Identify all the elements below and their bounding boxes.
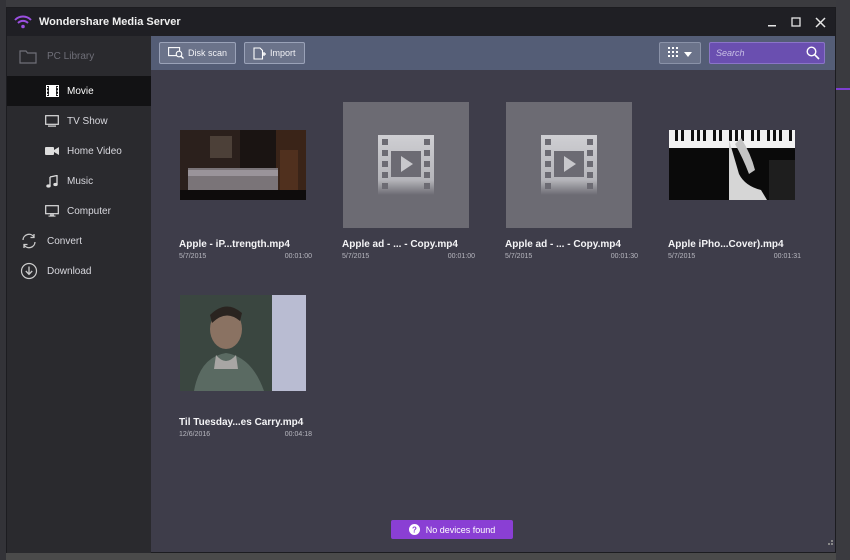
device-status-label: No devices found	[425, 524, 496, 535]
import-label: Import	[270, 48, 296, 58]
video-duration: 00:01:00	[284, 253, 312, 260]
video-thumbnail	[180, 102, 306, 228]
film-play-icon	[541, 135, 597, 195]
video-meta: 5/7/2015 00:01:00	[342, 253, 475, 260]
sidebar-item-label: Convert	[47, 235, 83, 247]
video-duration: 00:01:30	[610, 253, 638, 260]
disk-scan-icon	[168, 47, 184, 59]
video-thumbnail	[669, 102, 795, 228]
tv-icon	[45, 114, 59, 128]
video-date: 5/7/2015	[505, 253, 533, 260]
bedroom-scene-thumbnail	[180, 130, 306, 200]
wifi-logo-icon	[13, 12, 33, 32]
desktop-accent-line	[836, 88, 850, 90]
portrait-scene-thumbnail	[180, 295, 306, 391]
app-window: Wondershare Media Server PC Library Movi	[6, 7, 836, 553]
video-date: 12/6/2016	[179, 431, 211, 438]
disk-scan-button[interactable]: Disk scan	[159, 42, 237, 64]
svg-text:?: ?	[412, 526, 417, 535]
video-card[interactable]: Til Tuesday...es Carry.mp4 12/6/2016 00:…	[159, 280, 312, 438]
video-card[interactable]: Apple ad - ... - Copy.mp4 5/7/2015 00:01…	[485, 102, 638, 260]
video-date: 5/7/2015	[668, 253, 696, 260]
title-bar[interactable]: Wondershare Media Server	[7, 8, 835, 36]
monitor-icon	[45, 204, 59, 218]
video-title: Apple ad - ... - Copy.mp4	[505, 239, 621, 250]
video-title: Apple iPho...Cover).mp4	[668, 239, 784, 250]
video-duration: 00:01:31	[773, 253, 801, 260]
sidebar-item-download[interactable]: Download	[7, 256, 151, 286]
maximize-icon[interactable]	[787, 12, 805, 32]
video-meta: 5/7/2015 00:01:30	[505, 253, 638, 260]
minimize-icon[interactable]	[763, 12, 781, 32]
sidebar-item-computer[interactable]: Computer	[7, 196, 151, 226]
sidebar-item-label: Movie	[67, 85, 94, 97]
film-icon	[45, 84, 59, 98]
video-thumbnail	[180, 280, 306, 406]
device-status-button[interactable]: ? No devices found	[391, 520, 513, 539]
sidebar-item-label: TV Show	[67, 115, 108, 127]
video-meta: 5/7/2015 00:01:31	[668, 253, 801, 260]
sidebar-item-label: Home Video	[67, 145, 122, 157]
video-card[interactable]: Apple ad - ... - Copy.mp4 5/7/2015 00:01…	[322, 102, 475, 260]
import-button[interactable]: Import	[244, 42, 305, 64]
search-icon[interactable]	[806, 46, 820, 65]
window-controls	[763, 12, 829, 32]
music-note-icon	[45, 174, 59, 188]
video-card[interactable]: Apple - iP...trength.mp4 5/7/2015 00:01:…	[159, 102, 312, 260]
sidebar: PC Library Movie TV Show Home Video Musi…	[7, 36, 151, 553]
sidebar-item-movie[interactable]: Movie	[7, 76, 151, 106]
sidebar-item-label: Computer	[67, 205, 111, 217]
sidebar-header-label: PC Library	[47, 50, 95, 62]
search-input[interactable]	[716, 48, 802, 58]
disk-scan-label: Disk scan	[188, 48, 228, 58]
video-title: Til Tuesday...es Carry.mp4	[179, 417, 304, 428]
sidebar-item-tv-show[interactable]: TV Show	[7, 106, 151, 136]
video-title: Apple ad - ... - Copy.mp4	[342, 239, 458, 250]
help-circle-icon: ?	[408, 524, 420, 535]
view-mode-button[interactable]	[659, 42, 701, 64]
video-camera-icon	[45, 144, 59, 158]
toolbar: Disk scan Import	[151, 36, 835, 70]
video-thumbnail-placeholder	[506, 102, 632, 228]
video-duration: 00:04:18	[284, 431, 312, 438]
video-title: Apple - iP...trength.mp4	[179, 239, 290, 250]
resize-grip-icon[interactable]	[825, 532, 833, 550]
desktop-right-edge	[836, 0, 850, 560]
video-date: 5/7/2015	[342, 253, 370, 260]
sidebar-item-home-video[interactable]: Home Video	[7, 136, 151, 166]
video-card[interactable]: Apple iPho...Cover).mp4 5/7/2015 00:01:3…	[648, 102, 801, 260]
close-icon[interactable]	[811, 12, 829, 32]
grid-view-icon	[668, 44, 678, 62]
app-title: Wondershare Media Server	[39, 16, 181, 28]
import-file-icon	[253, 46, 267, 60]
sidebar-item-label: Download	[47, 265, 92, 277]
video-duration: 00:01:00	[447, 253, 475, 260]
search-box	[709, 42, 825, 64]
sidebar-item-music[interactable]: Music	[7, 166, 151, 196]
sidebar-header-pc-library: PC Library	[7, 36, 151, 76]
video-thumbnail-placeholder	[343, 102, 469, 228]
sidebar-item-label: Music	[67, 175, 94, 187]
film-play-icon	[378, 135, 434, 195]
video-meta: 12/6/2016 00:04:18	[179, 431, 312, 438]
video-meta: 5/7/2015 00:01:00	[179, 253, 312, 260]
media-grid: Apple - iP...trength.mp4 5/7/2015 00:01:…	[151, 70, 835, 553]
chevron-down-icon	[684, 44, 692, 62]
convert-icon	[19, 231, 39, 251]
download-icon	[19, 261, 39, 281]
folder-icon	[19, 47, 39, 65]
video-date: 5/7/2015	[179, 253, 207, 260]
sidebar-item-convert[interactable]: Convert	[7, 226, 151, 256]
piano-scene-thumbnail	[669, 130, 795, 200]
